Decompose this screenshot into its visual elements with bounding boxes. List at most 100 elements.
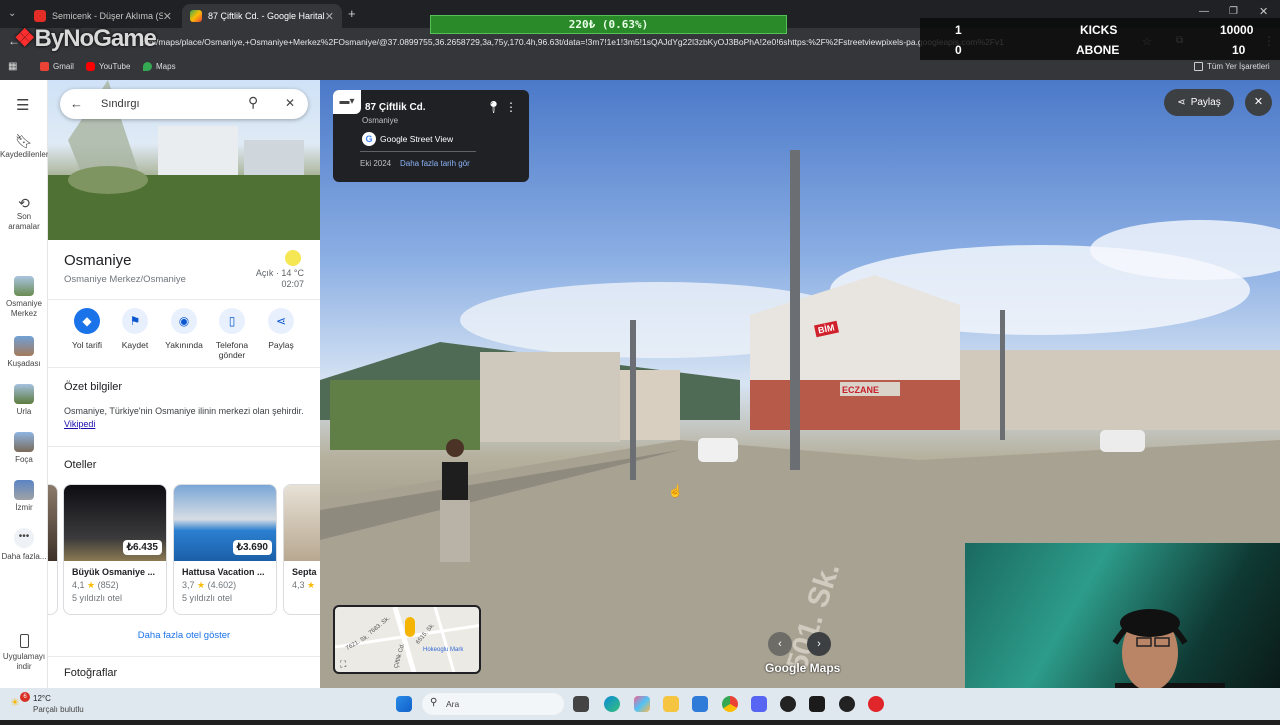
bookmark-icon: 🔖︎ <box>15 133 33 149</box>
more-dates-link[interactable]: Daha fazla tarih gör <box>400 159 470 168</box>
search-input[interactable]: Sındırgı <box>101 98 140 110</box>
bookmark-youtube[interactable]: YouTube <box>86 62 130 71</box>
summary-text: Osmaniye, Türkiye'nin Osmaniye ilinin me… <box>64 405 304 431</box>
sv-city: Osmaniye <box>362 116 399 125</box>
pan-left-button[interactable]: ‹ <box>768 632 792 656</box>
kicks-abone-counter: 1 KICKS 10000 0 ABONE 10 <box>920 18 1280 60</box>
more-hotels-link[interactable]: Daha fazla otel göster <box>48 630 320 641</box>
hotel-card[interactable]: Septa 4,3 ★ <box>283 484 320 615</box>
new-tab-icon[interactable]: + <box>348 6 356 21</box>
nearby-button[interactable]: ◉ Yakınında <box>158 308 210 350</box>
more-options-icon[interactable]: ⋮ <box>505 100 517 114</box>
rail-item-kusadasi[interactable]: Kuşadası <box>0 336 48 369</box>
summary-body: Osmaniye, Türkiye'nin Osmaniye ilinin me… <box>64 406 304 416</box>
all-bookmarks[interactable]: Tüm Yer İşaretleri <box>1194 62 1270 71</box>
minimize-icon[interactable]: — <box>1199 6 1209 17</box>
pan-right-button[interactable]: › <box>807 632 831 656</box>
phone-icon <box>19 634 29 648</box>
task-view-icon[interactable] <box>573 696 589 712</box>
place-subtitle: Osmaniye Merkez/Osmaniye <box>64 274 186 285</box>
local-time: 02:07 <box>281 279 304 289</box>
apps-grid-icon[interactable]: ▦ <box>8 61 17 72</box>
close-tab-icon[interactable]: ✕ <box>325 10 334 23</box>
wikipedia-link[interactable]: Vikipedi <box>64 419 95 429</box>
star-icon: ★ <box>197 580 206 590</box>
hotel-rating-row: 4,1 ★ (852) <box>72 579 158 592</box>
share-icon: ⋖ <box>1177 97 1186 108</box>
copilot-icon[interactable] <box>634 696 650 712</box>
logo-mark-icon: ❖ <box>14 25 35 52</box>
bookmark-maps[interactable]: Maps <box>143 62 176 71</box>
minimap-label: Hokeoglu Mark <box>423 647 464 653</box>
expand-map-icon[interactable]: ⛶ <box>340 659 346 670</box>
edge-icon[interactable] <box>604 696 620 712</box>
divider <box>48 367 320 368</box>
rail-item-saved[interactable]: 🔖︎ Kaydedilenler <box>0 133 49 160</box>
rail-item-urla[interactable]: Urla <box>0 384 48 417</box>
taskbar-search-label: Ara <box>446 699 460 709</box>
folder-icon <box>1194 62 1203 71</box>
action-label: Yakınında <box>165 340 203 350</box>
bookmark-gmail[interactable]: Gmail <box>40 62 74 71</box>
close-window-icon[interactable]: ✕ <box>1259 5 1268 18</box>
store-icon[interactable] <box>692 696 708 712</box>
place-title: Osmaniye <box>64 252 132 269</box>
rail-item-osmaniye[interactable]: Osmaniye Merkez <box>0 276 48 319</box>
place-hero-photo[interactable]: ← Sındırgı ⚲ ✕ <box>48 80 320 240</box>
rail-item-izmir[interactable]: İzmir <box>0 480 48 513</box>
file-explorer-icon[interactable] <box>663 696 679 712</box>
bookmark-label: YouTube <box>99 62 131 71</box>
hotel-card[interactable]: ₺3.690 Hattusa Vacation ... 3,7 ★ (4.602… <box>173 484 277 615</box>
weather-desc: Parçalı bulutlu <box>33 705 84 714</box>
hotel-rating-row: 3,7 ★ (4.602) <box>182 579 268 592</box>
abone-goal: 10 <box>1232 43 1246 57</box>
discord-icon[interactable] <box>751 696 767 712</box>
app-icon[interactable] <box>780 696 796 712</box>
mini-map[interactable]: 7621. Sk. 6515. Sk. Çiftlik Cd. Hokeoglu… <box>333 605 481 674</box>
rail-item-label: Kuşadası <box>7 359 41 368</box>
back-arrow-icon[interactable]: ← <box>70 96 83 111</box>
rail-item-recent[interactable]: ⟲ Son aramalar <box>0 195 48 232</box>
windows-start-icon[interactable] <box>396 696 412 712</box>
rail-item-label: Kaydedilenler <box>0 150 49 159</box>
summary-heading: Özet bilgiler <box>64 381 123 393</box>
youtube-favicon-icon <box>34 10 46 22</box>
rail-item-more[interactable]: ••• Daha fazla... <box>0 528 48 562</box>
hotel-card[interactable]: ₺6.435 Büyük Osmaniye ... 4,1 ★ (852) 5 … <box>63 484 167 615</box>
share-button[interactable]: ⋖ Paylaş <box>255 308 307 350</box>
tab-list-chevron-icon[interactable]: ⌄ <box>8 8 16 19</box>
clear-search-icon[interactable]: ✕ <box>285 96 295 110</box>
hotel-rating: 4,1 <box>72 580 85 590</box>
search-box[interactable]: ← Sındırgı ⚲ ✕ <box>60 89 308 119</box>
weather-badge: 6 <box>20 692 30 702</box>
hotel-price: ₺6.435 <box>122 540 162 555</box>
close-tab-icon[interactable]: ✕ <box>163 10 172 23</box>
send-to-phone-button[interactable]: ▯ Telefona gönder <box>206 308 258 360</box>
taskbar-search[interactable]: ⚲ Ara <box>422 693 564 715</box>
close-street-view-button[interactable]: ✕ <box>1245 89 1272 116</box>
location-pin-icon[interactable]: 📍︎ <box>486 100 501 114</box>
hamburger-menu-icon[interactable]: ☰ <box>16 96 29 114</box>
hotel-rating: 4,3 <box>292 580 305 590</box>
maximize-icon[interactable]: ❐ <box>1229 6 1238 17</box>
search-icon[interactable]: ⚲ <box>248 94 258 111</box>
app-icon[interactable] <box>868 696 884 712</box>
sv-address: 87 Çiftlik Cd. <box>365 102 426 113</box>
chrome-icon[interactable] <box>722 696 738 712</box>
save-button[interactable]: ⚑ Kaydet <box>109 308 161 350</box>
donation-goal-text: 220₺ (0.63%) <box>568 18 649 31</box>
history-icon: ⟲ <box>18 195 30 211</box>
hotel-photo: ₺3.690 <box>174 485 276 561</box>
share-button[interactable]: ⋖ Paylaş <box>1164 89 1234 116</box>
rail-item-foca[interactable]: Foça <box>0 432 48 465</box>
directions-button[interactable]: ◆ Yol tarifi <box>61 308 113 350</box>
tab-google-maps[interactable]: 87 Çiftlik Cd. - Google Haritalar ✕ <box>182 4 342 28</box>
more-icon: ••• <box>14 528 34 548</box>
rail-item-label: Uygulamayı indir <box>2 652 46 671</box>
rail-item-label: Osmaniye Merkez <box>5 299 42 318</box>
app-icon[interactable] <box>809 696 825 712</box>
app-icon[interactable] <box>839 696 855 712</box>
hotel-card-partial[interactable] <box>48 484 58 615</box>
keyboard-toggle[interactable]: ▬▾ <box>333 90 361 114</box>
rail-item-download-app[interactable]: Uygulamayı indir <box>0 634 48 672</box>
